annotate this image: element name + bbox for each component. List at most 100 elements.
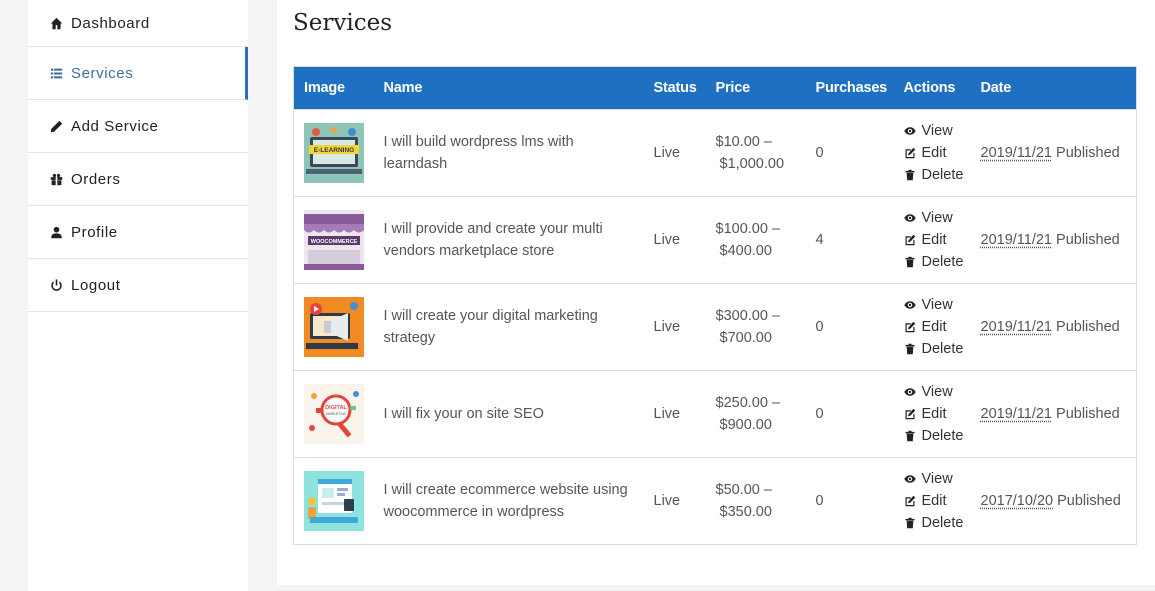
view-action[interactable]: View — [903, 381, 971, 403]
service-date: 2019/11/21 Published — [971, 371, 1137, 458]
edit-action[interactable]: Edit — [904, 403, 971, 425]
sidebar-item-profile[interactable]: Profile — [28, 206, 248, 259]
edit-action[interactable]: Edit — [904, 490, 971, 512]
edit-icon — [905, 321, 915, 333]
service-actions: View Edit Delete — [894, 284, 971, 371]
service-status: Live — [653, 145, 681, 161]
price-min: $100.00 – — [715, 221, 781, 237]
service-purchases: 4 — [815, 232, 824, 248]
publish-state: Published — [1056, 145, 1120, 161]
view-action[interactable]: View — [903, 294, 971, 316]
delete-action[interactable]: Delete — [904, 338, 971, 360]
svg-text:E-LEARNING: E-LEARNING — [314, 147, 354, 154]
price-max: $1,000.00 — [719, 156, 785, 172]
service-thumbnail-marketplace[interactable]: WOOCOMMERCE — [304, 210, 364, 270]
pencil-icon — [48, 118, 64, 134]
trash-icon — [905, 169, 914, 181]
edit-icon — [905, 495, 915, 507]
trash-icon — [905, 256, 914, 268]
date-value: 2019/11/21 — [980, 406, 1053, 422]
service-name[interactable]: I will create ecommerce website using wo… — [374, 458, 644, 545]
trash-icon — [905, 430, 914, 442]
eye-icon — [903, 301, 916, 309]
action-label: View — [921, 297, 953, 313]
service-thumbnail-seo[interactable]: DIGITAL MARKETING — [304, 384, 364, 444]
publish-state: Published — [1057, 493, 1121, 509]
price-min: $250.00 – — [715, 395, 781, 411]
service-purchases: 0 — [815, 145, 824, 161]
action-label: Delete — [921, 341, 964, 357]
column-header-actions: Actions — [903, 80, 956, 96]
service-name[interactable]: I will create your digital marketing str… — [374, 284, 644, 371]
column-header-date: Date — [980, 80, 1012, 96]
price-max: $700.00 — [719, 330, 772, 346]
service-thumbnail-digital-marketing[interactable] — [304, 297, 364, 357]
sidebar-item-label: Add Service — [71, 117, 159, 135]
delete-action[interactable]: Delete — [904, 512, 971, 534]
view-action[interactable]: View — [903, 207, 971, 229]
service-actions: View Edit Delete — [894, 458, 971, 545]
delete-action[interactable]: Delete — [904, 164, 971, 186]
service-name[interactable]: I will build wordpress lms with learndas… — [374, 110, 644, 197]
sidebar-item-services[interactable]: Services — [28, 47, 248, 100]
service-status: Live — [653, 493, 681, 509]
edit-icon — [905, 147, 915, 159]
sidebar-item-orders[interactable]: Orders — [28, 153, 248, 206]
service-date: 2019/11/21 Published — [971, 284, 1137, 371]
edit-action[interactable]: Edit — [904, 316, 971, 338]
action-label: Edit — [921, 493, 947, 509]
column-header-name: Name — [383, 80, 423, 96]
service-name[interactable]: I will fix your on site SEO — [374, 371, 644, 458]
table-header-row: Image Name Status Price Purchases Action… — [293, 66, 1137, 110]
sidebar-item-add-service[interactable]: Add Service — [28, 100, 248, 153]
edit-action[interactable]: Edit — [904, 142, 971, 164]
service-date: 2017/10/20 Published — [971, 458, 1137, 545]
service-actions: View Edit Delete — [894, 110, 971, 197]
svg-text:WOOCOMMERCE: WOOCOMMERCE — [311, 239, 358, 245]
delete-action[interactable]: Delete — [904, 251, 971, 273]
eye-icon — [903, 388, 916, 396]
column-header-price: Price — [715, 80, 751, 96]
service-price: $300.00 – $700.00 — [706, 284, 806, 371]
date-value: 2019/11/21 — [980, 232, 1053, 248]
edit-action[interactable]: Edit — [904, 229, 971, 251]
sidebar-item-label: Services — [71, 64, 134, 82]
service-price: $50.00 – $350.00 — [706, 458, 806, 545]
price-max: $400.00 — [719, 243, 772, 259]
table-row: I will create your digital marketing str… — [293, 283, 1137, 371]
service-purchases: 0 — [815, 406, 824, 422]
date-value: 2017/10/20 — [980, 493, 1054, 509]
service-thumbnail-elearning[interactable]: E-LEARNING — [304, 123, 364, 183]
action-label: Delete — [921, 254, 964, 270]
delete-action[interactable]: Delete — [904, 425, 971, 447]
service-purchases: 0 — [815, 493, 824, 509]
trash-icon — [905, 343, 914, 355]
service-actions: View Edit Delete — [894, 371, 971, 458]
view-action[interactable]: View — [903, 120, 971, 142]
sidebar-item-label: Dashboard — [71, 14, 150, 32]
sidebar-item-label: Profile — [71, 223, 118, 241]
action-label: Delete — [921, 515, 964, 531]
sidebar-item-dashboard[interactable]: Dashboard — [28, 0, 248, 47]
eye-icon — [903, 214, 916, 222]
action-label: Edit — [921, 145, 947, 161]
eye-icon — [903, 475, 916, 483]
date-value: 2019/11/21 — [980, 145, 1053, 161]
publish-state: Published — [1056, 232, 1120, 248]
column-header-image: Image — [304, 80, 345, 96]
home-icon — [48, 15, 64, 31]
table-row: E-LEARNING I will build wordpress lms wi… — [293, 109, 1137, 197]
date-value: 2019/11/21 — [980, 319, 1053, 335]
table-row: WOOCOMMERCE I will provide and create yo… — [293, 196, 1137, 284]
sidebar-item-label: Orders — [71, 170, 121, 188]
service-thumbnail-ecommerce[interactable] — [304, 471, 364, 531]
service-name[interactable]: I will provide and create your multi ven… — [374, 197, 644, 284]
action-label: View — [921, 471, 953, 487]
action-label: Delete — [921, 167, 964, 183]
gift-icon — [48, 171, 64, 187]
view-action[interactable]: View — [903, 468, 971, 490]
services-table: Image Name Status Price Purchases Action… — [293, 66, 1137, 545]
action-label: View — [921, 210, 953, 226]
sidebar-item-logout[interactable]: Logout — [28, 259, 248, 312]
user-icon — [48, 224, 64, 240]
